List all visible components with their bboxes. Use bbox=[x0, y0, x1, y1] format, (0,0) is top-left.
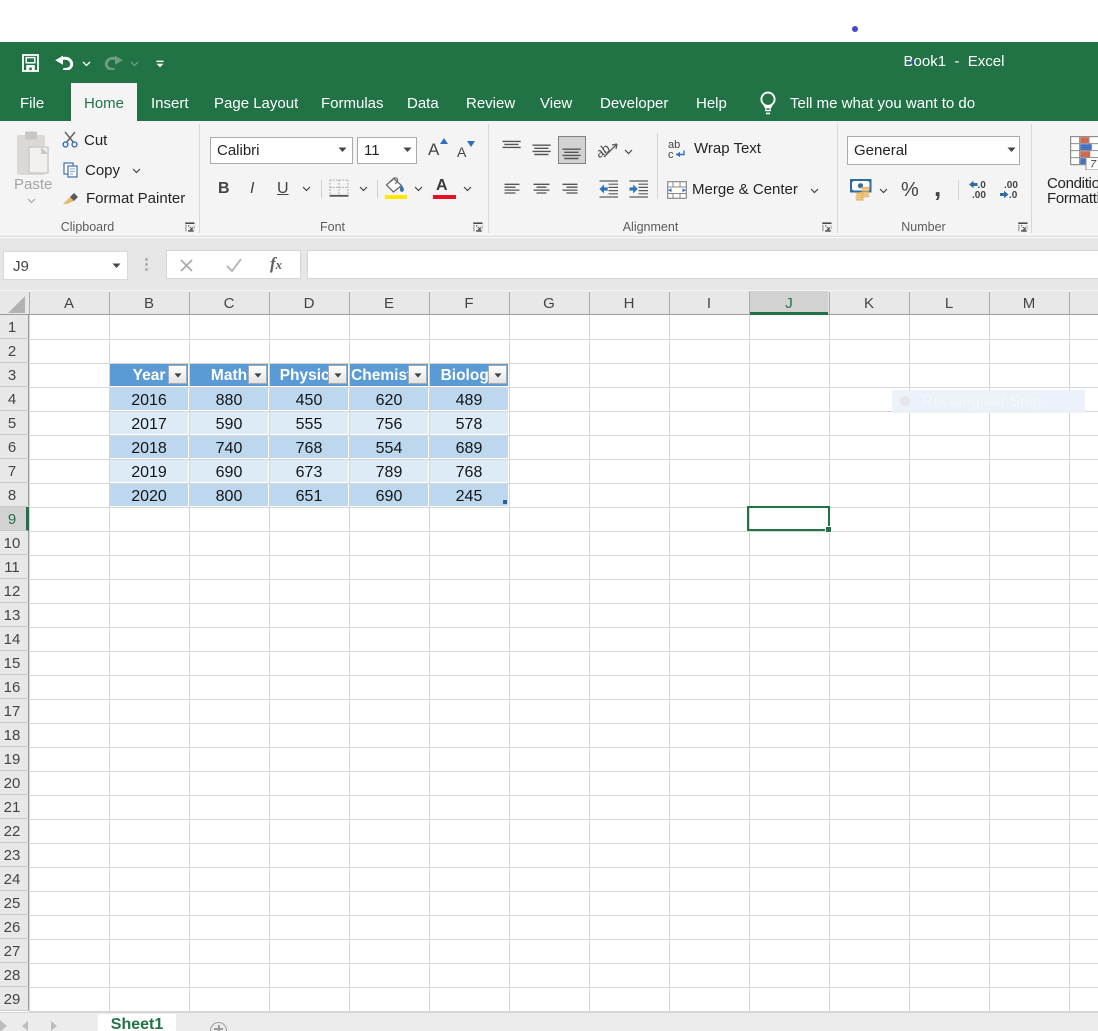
svg-text:7: 7 bbox=[1090, 159, 1097, 171]
svg-text:.0: .0 bbox=[1009, 190, 1018, 199]
svg-text:.00: .00 bbox=[972, 190, 986, 199]
svg-text:c: c bbox=[668, 149, 674, 159]
